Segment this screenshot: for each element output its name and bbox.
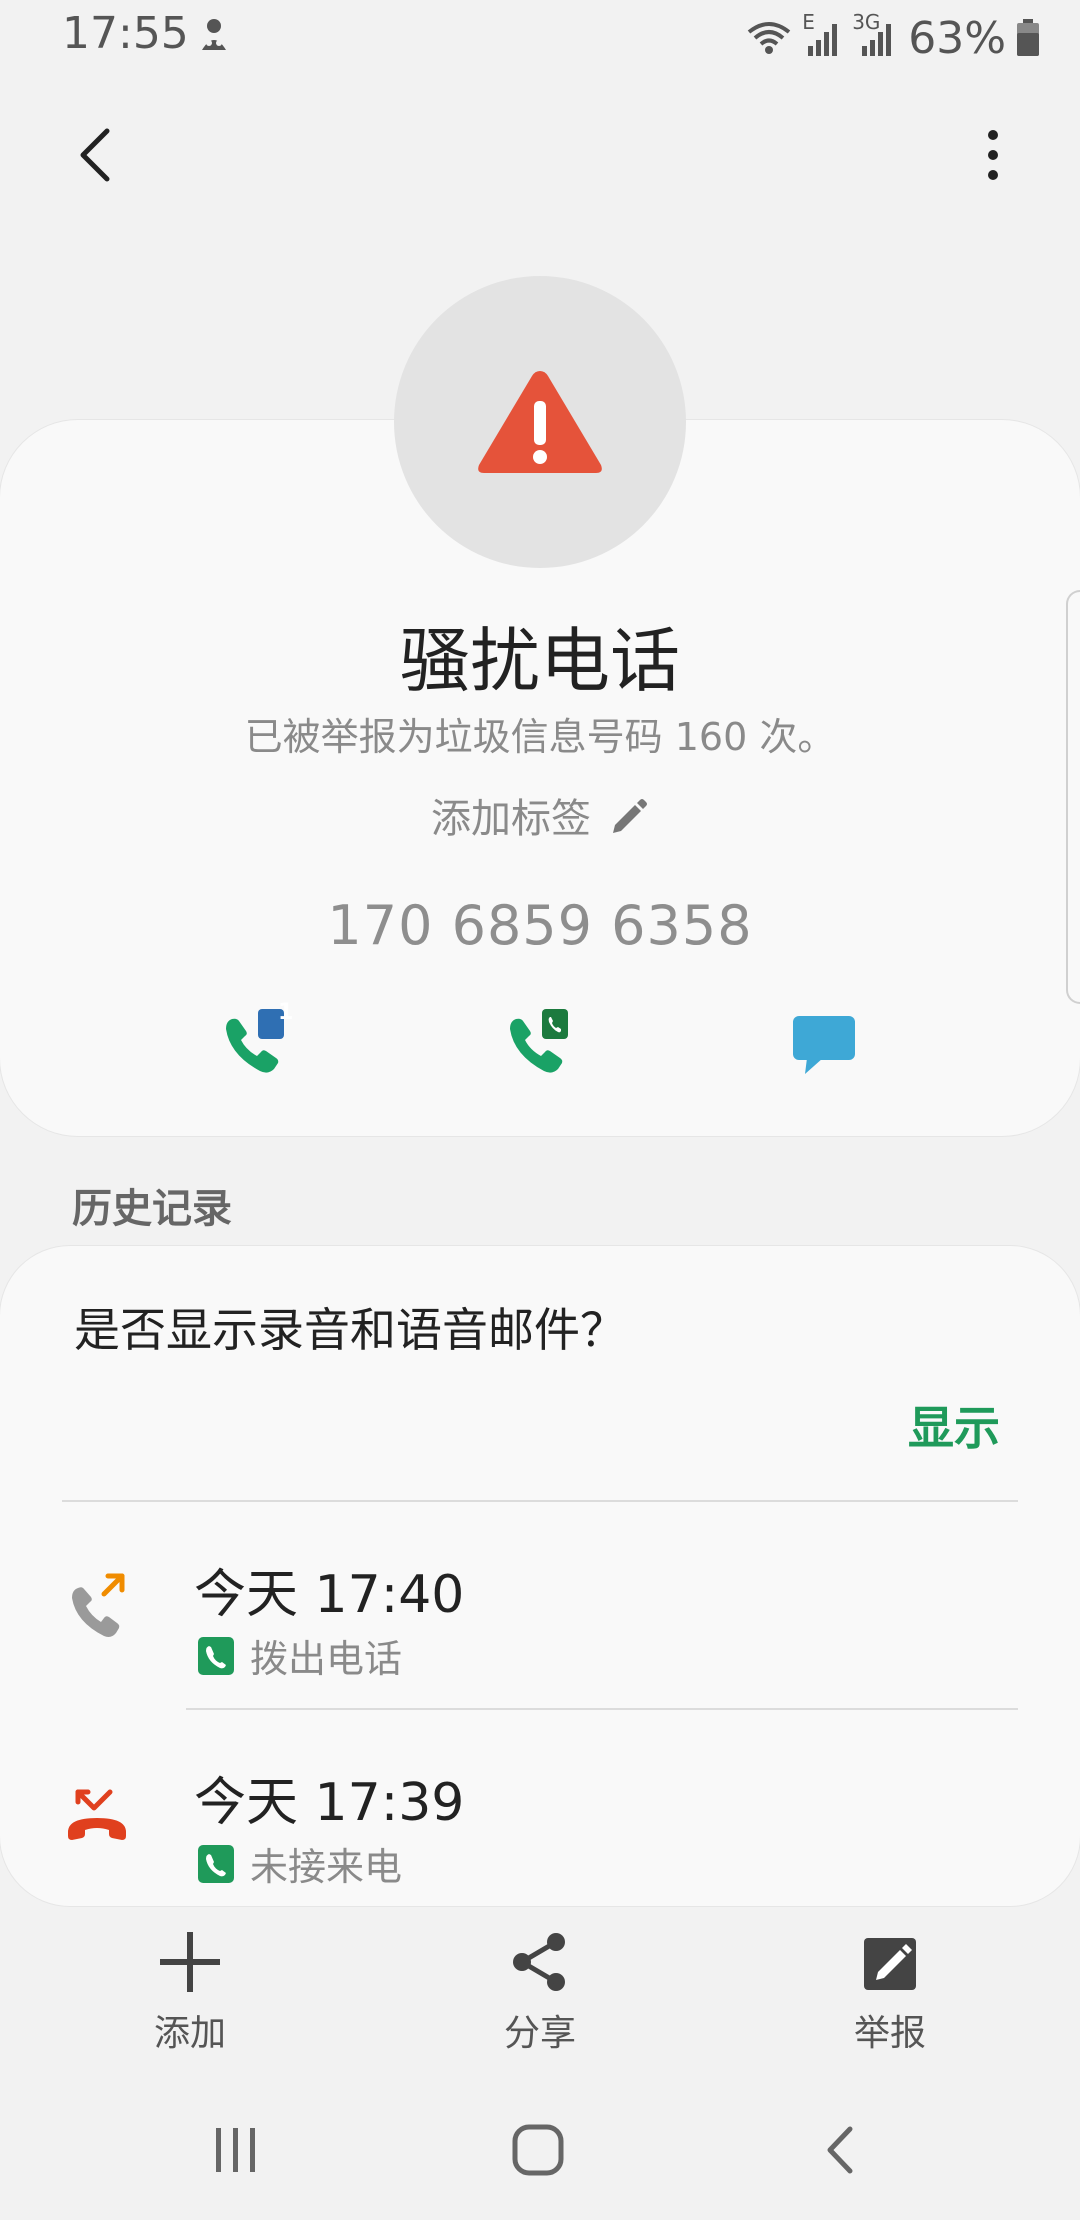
report-label: 举报 <box>853 2013 926 2054</box>
divider <box>186 1708 1018 1710</box>
plus-icon <box>160 1932 220 1992</box>
message-button[interactable] <box>764 990 884 1100</box>
share-icon <box>513 1933 565 1991</box>
nav-back-icon <box>827 2126 853 2174</box>
recent-apps-icon <box>216 2128 255 2172</box>
phone-sim2-icon <box>510 1009 568 1073</box>
call-type-label: 未接来电 <box>250 1845 403 1889</box>
more-options-button[interactable] <box>968 118 1018 192</box>
report-edit-icon <box>864 1938 916 1990</box>
call-sim1-button[interactable]: 1 <box>196 990 316 1100</box>
scroll-indicator <box>1066 590 1080 1004</box>
outgoing-call-icon <box>66 1570 130 1644</box>
home-icon <box>512 2124 564 2176</box>
home-button[interactable] <box>478 2100 598 2200</box>
back-arrow-icon <box>80 128 110 182</box>
add-tag-label: 添加标签 <box>431 796 591 842</box>
add-tag-button[interactable]: 添加标签 <box>0 786 1080 844</box>
voicemail-question: 是否显示录音和语音邮件？ <box>74 1303 626 1357</box>
battery-icon <box>1016 19 1040 57</box>
call-type: 拨出电话 <box>198 1628 402 1683</box>
report-button[interactable]: 举报 <box>790 1930 990 2056</box>
back-button[interactable] <box>58 118 132 192</box>
call-sim2-button[interactable] <box>480 990 600 1100</box>
spam-avatar <box>394 276 686 568</box>
message-icon <box>793 1016 855 1074</box>
call-row-outgoing[interactable]: 今天 17:40 拨出电话 <box>0 1520 1080 1700</box>
phone-app-icon <box>198 1844 234 1883</box>
add-label: 添加 <box>153 2013 226 2054</box>
share-label: 分享 <box>503 2013 576 2054</box>
more-vert-icon <box>988 130 998 180</box>
call-type-label: 拨出电话 <box>250 1637 403 1681</box>
phone-number: 170 6859 6358 <box>327 894 753 957</box>
show-recordings-button[interactable]: 显示 <box>908 1392 1000 1458</box>
call-row-missed[interactable]: 今天 17:39 未接来电 <box>0 1726 1080 1902</box>
recent-apps-button[interactable] <box>176 2100 296 2200</box>
divider <box>62 1500 1018 1502</box>
call-type: 未接来电 <box>198 1836 402 1891</box>
status-right-group: E 3G 63% <box>746 8 1040 68</box>
pencil-icon <box>613 799 647 833</box>
signal-e-icon: E <box>802 10 842 60</box>
warning-icon <box>478 371 602 473</box>
add-contact-button[interactable]: 添加 <box>90 1930 290 2056</box>
call-time: 今天 17:40 <box>194 1565 465 1625</box>
spam-report-count: 已被举报为垃圾信息号码 160 次。 <box>244 715 836 759</box>
signal-3g-icon: 3G <box>852 10 898 60</box>
share-button[interactable]: 分享 <box>440 1930 640 2056</box>
contact-title: 骚扰电话 <box>400 620 680 702</box>
nav-back-button[interactable] <box>780 2100 900 2200</box>
sim1-badge: 1 <box>278 1000 294 1025</box>
history-section-label: 历史记录 <box>72 1186 232 1232</box>
battery-percent: 63% <box>908 12 1006 64</box>
call-time: 今天 17:39 <box>194 1773 465 1833</box>
status-time: 17:55 <box>62 8 189 59</box>
phone-app-icon <box>198 1636 234 1675</box>
wifi-icon <box>746 18 792 58</box>
notification-icon <box>196 16 232 56</box>
missed-call-icon <box>64 1782 130 1848</box>
